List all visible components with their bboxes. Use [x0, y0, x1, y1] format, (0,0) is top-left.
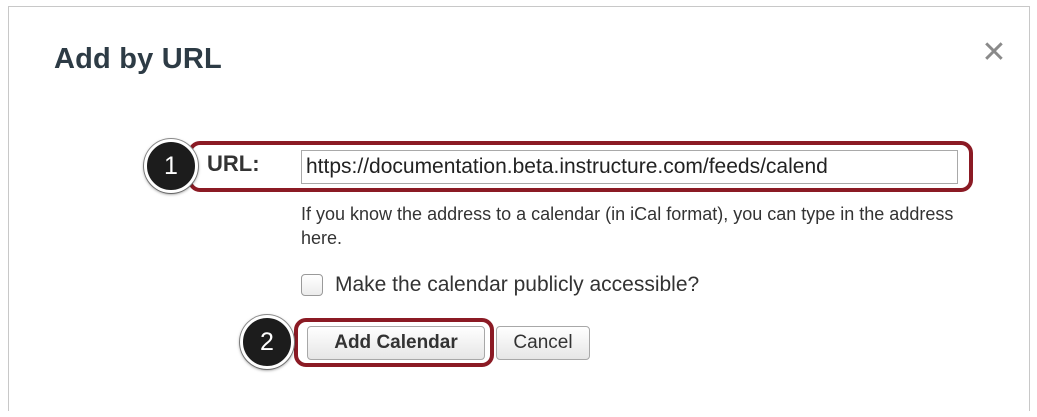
public-checkbox-row[interactable]: Make the calendar publicly accessible? — [301, 273, 699, 297]
url-help-text: If you know the address to a calendar (i… — [301, 204, 954, 248]
url-label: URL: — [207, 151, 260, 176]
step-2-badge: 2 — [240, 315, 294, 369]
public-checkbox[interactable] — [301, 274, 323, 296]
url-input[interactable] — [301, 150, 958, 184]
dialog-title: Add by URL — [54, 43, 222, 75]
public-checkbox-label[interactable]: Make the calendar publicly accessible? — [335, 273, 699, 297]
close-icon[interactable]: ✕ — [978, 37, 1010, 69]
add-calendar-button[interactable]: Add Calendar — [307, 326, 485, 360]
cancel-button[interactable]: Cancel — [496, 326, 590, 360]
step-1-badge: 1 — [144, 139, 198, 193]
